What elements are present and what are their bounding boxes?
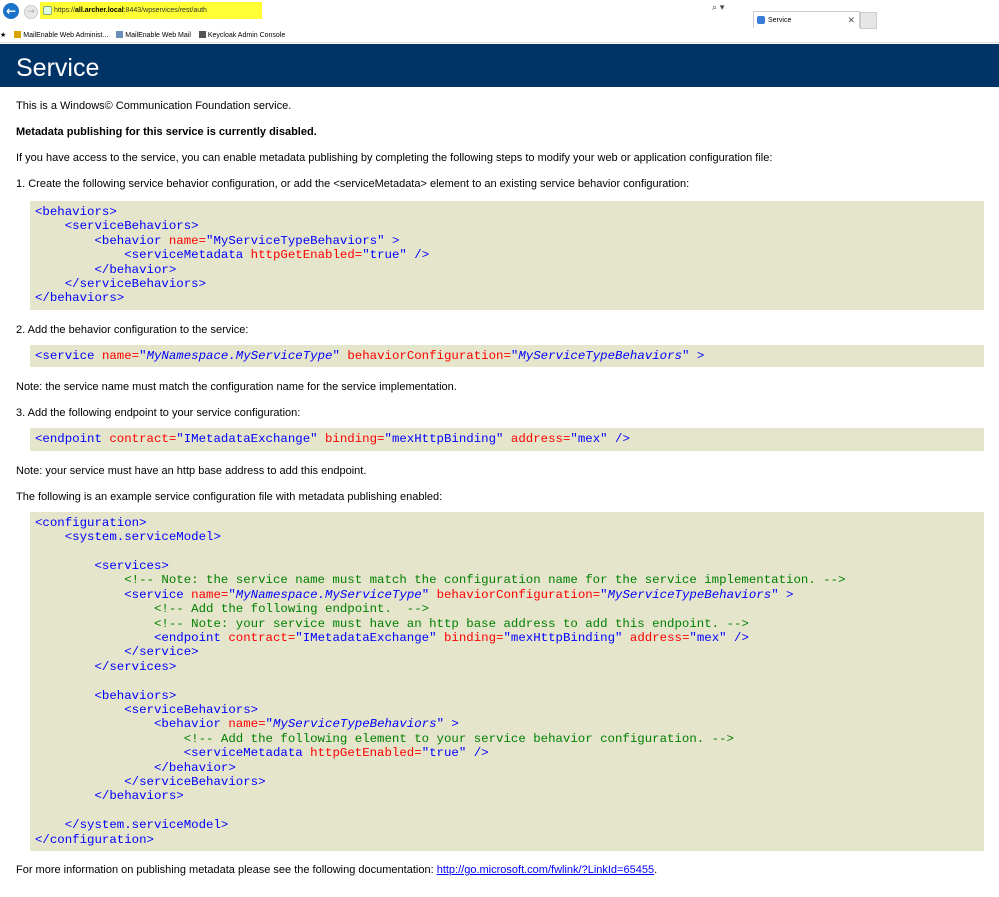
access-instructions-text: If you have access to the service, you c… [16, 152, 773, 164]
example-intro-text: The following is an example service conf… [16, 490, 443, 503]
new-tab-button[interactable] [860, 12, 877, 29]
favorite-label: Keycloak Admin Console [207, 32, 286, 39]
favorite-label: MailEnable Web Mail [125, 32, 191, 39]
search-dropdown-icon[interactable]: ⌕ ▾ [712, 3, 724, 13]
documentation-link[interactable]: http://go.microsoft.com/fwlink/?LinkId=6… [437, 864, 654, 876]
favorite-keycloak-admin[interactable]: Keycloak Admin Console [198, 29, 286, 42]
tab-close-icon[interactable]: ✕ [847, 12, 855, 29]
page-favicon-icon [757, 16, 765, 24]
forward-arrow-icon[interactable]: → [24, 5, 38, 19]
page-content: This is a Windows© Communication Foundat… [0, 99, 999, 877]
code-block-service-config: <service name="MyNamespace.MyServiceType… [30, 344, 984, 368]
address-host: all.archer.local [75, 7, 124, 14]
metadata-disabled-text: Metadata publishing for this service is … [16, 126, 317, 138]
keycloak-icon [198, 31, 206, 38]
page-title: Service [16, 54, 100, 82]
favorite-label: MailEnable Web Administ... [23, 32, 109, 39]
tab-service[interactable]: Service ✕ [753, 11, 860, 28]
step-1-text: 1. Create the following service behavior… [16, 178, 690, 190]
favorites-star-icon[interactable]: ★ [0, 29, 6, 42]
code-block-behavior-config: <behaviors> <serviceBehaviors> <behavior… [30, 201, 984, 310]
code-block-example-config: <configuration> <system.serviceModel> <s… [30, 511, 984, 851]
code-block-endpoint: <endpoint contract="IMetadataExchange" b… [30, 428, 984, 451]
favorites-bar: ★ MailEnable Web Administ... MailEnable … [0, 29, 291, 42]
mail-icon [116, 31, 124, 38]
mail-icon [14, 31, 22, 38]
favorite-mailenable-admin[interactable]: MailEnable Web Administ... [14, 29, 108, 42]
note-http-address-text: Note: your service must have an http bas… [16, 464, 367, 477]
step-2-text: 2. Add the behavior configuration to the… [16, 323, 249, 336]
note-service-name-text: Note: the service name must match the co… [16, 381, 457, 394]
address-bar[interactable]: https://all.archer.local:8443/wpservices… [40, 2, 262, 19]
address-path: :8443/wpservices/rest/auth [123, 7, 207, 14]
browser-chrome: ← → https://all.archer.local:8443/wpserv… [0, 0, 999, 43]
address-url-prefix: https:// [54, 7, 76, 14]
tab-title: Service [768, 17, 792, 24]
intro-text: This is a Windows© Communication Foundat… [16, 100, 292, 112]
footer-text: For more information on publishing metad… [16, 864, 658, 876]
favorite-mailenable-webmail[interactable]: MailEnable Web Mail [116, 29, 191, 42]
page-header: Service [0, 44, 999, 87]
back-arrow-icon[interactable]: ← [3, 3, 19, 19]
step-3-text: 3. Add the following endpoint to your se… [16, 407, 301, 420]
lock-icon [43, 6, 52, 15]
